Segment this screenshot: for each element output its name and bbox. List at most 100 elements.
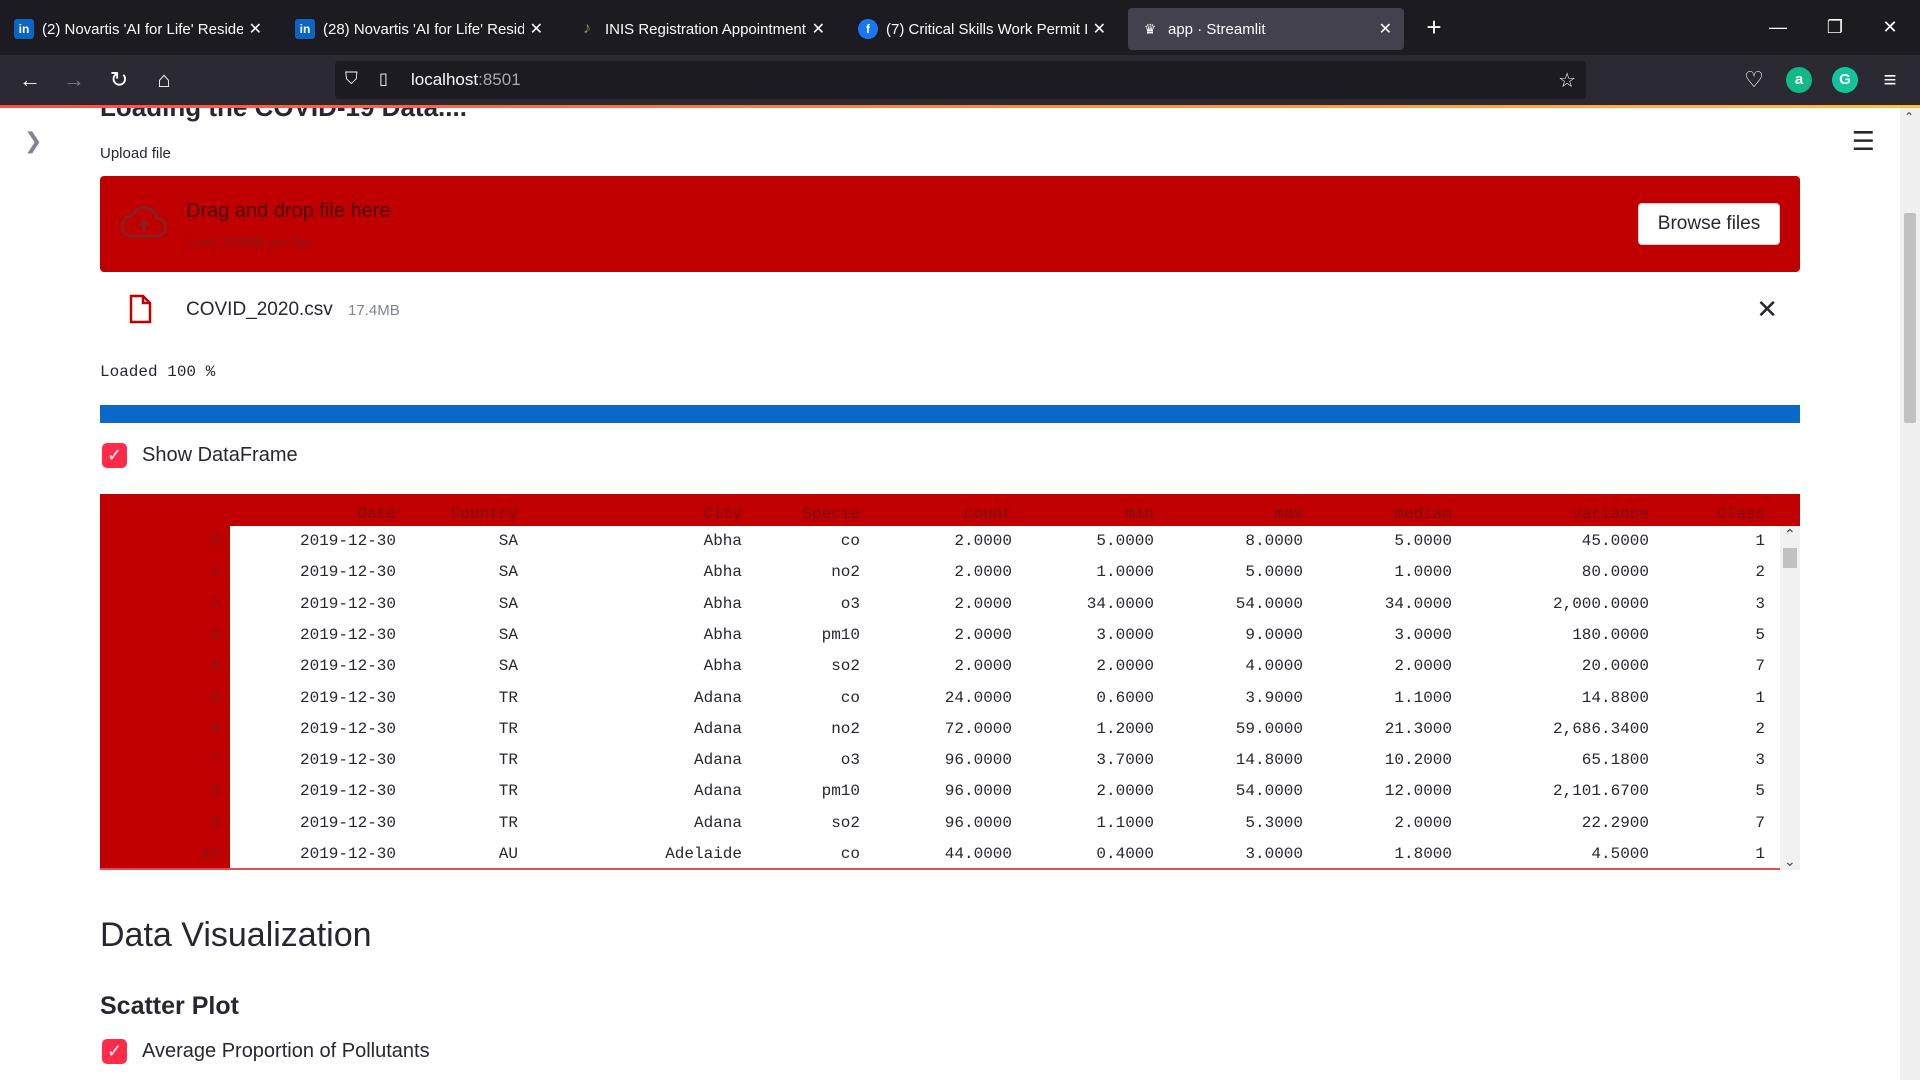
minimize-button[interactable]: — <box>1758 12 1798 42</box>
table-cell: 2,686.3400 <box>1552 719 1649 738</box>
table-cell: TR <box>498 813 518 832</box>
table-cell: 2 <box>1755 563 1765 582</box>
table-cell: Adana <box>693 688 742 707</box>
table-cell: 1.1000 <box>1394 688 1452 707</box>
browser-tab-2[interactable]: in (28) Novartis 'AI for Life' Reside ✕ <box>283 8 555 50</box>
url-bar[interactable]: ⛉ ▯ localhost:8501 ☆ <box>335 61 1586 99</box>
column-header[interactable]: Specie <box>750 494 860 526</box>
close-tab-icon[interactable]: ✕ <box>249 19 262 39</box>
column-header[interactable]: City <box>542 494 742 526</box>
show-dataframe-checkbox[interactable]: ✓ Show DataFrame <box>102 443 298 468</box>
table-cell: 2.0000 <box>954 657 1012 676</box>
file-dropzone[interactable]: Drag and drop file here Limit 200MB per … <box>100 176 1800 272</box>
file-name: COVID_2020.csv <box>186 299 333 320</box>
table-cell: 14.8800 <box>1581 688 1649 707</box>
tab-label: (28) Novartis 'AI for Life' Reside <box>323 20 524 38</box>
scroll-thumb[interactable] <box>1904 213 1916 423</box>
scroll-up-icon[interactable]: ⌃ <box>1904 110 1914 124</box>
browser-tab-1[interactable]: in (2) Novartis 'AI for Life' Residen ✕ <box>2 8 274 50</box>
column-header[interactable]: min <box>1024 494 1154 526</box>
browser-tab-3[interactable]: ♪ INIS Registration Appointment ✕ <box>565 8 837 50</box>
checkbox-label: Average Proportion of Pollutants <box>142 1040 430 1062</box>
table-cell: 1.0000 <box>1394 563 1452 582</box>
table-cell: 2019-12-30 <box>299 563 396 582</box>
page-icon: ▯ <box>379 71 388 88</box>
table-cell: 1.8000 <box>1394 845 1452 863</box>
browse-files-button[interactable]: Browse files <box>1638 203 1780 245</box>
forward-button[interactable]: → <box>57 63 91 97</box>
table-cell: TR <box>498 688 518 707</box>
table-cell: 96.0000 <box>944 751 1012 770</box>
table-cell: SA <box>498 625 518 644</box>
checkmark-icon[interactable]: ✓ <box>102 443 127 468</box>
table-cell: 4.5000 <box>1591 845 1649 863</box>
table-cell: 1.0000 <box>1096 563 1154 582</box>
page-scrollbar[interactable]: ⌃ <box>1900 108 1920 1080</box>
column-header[interactable]: Class <box>1685 494 1765 526</box>
dropzone-title: Drag and drop file here <box>186 200 391 222</box>
table-cell: 80.0000 <box>1581 563 1649 582</box>
close-tab-icon[interactable]: ✕ <box>1379 19 1392 39</box>
url-text[interactable]: localhost:8501 <box>411 70 521 90</box>
average-pollutants-checkbox[interactable]: ✓ Average Proportion of Pollutants <box>102 1039 430 1064</box>
scroll-down-icon[interactable]: ⌄ <box>1784 853 1796 870</box>
column-header[interactable]: median <box>1312 494 1452 526</box>
table-cell: o3 <box>840 594 860 613</box>
table-row: 8 2019-12-30 TR Adana pm10 96.0000 2.0000 54.00… <box>100 776 1780 807</box>
table-cell: 22.2900 <box>1581 813 1649 832</box>
app-menu-icon[interactable]: ☰ <box>1852 126 1875 157</box>
close-window-button[interactable]: ✕ <box>1870 12 1910 42</box>
pocket-icon[interactable]: ♡ <box>1737 63 1771 97</box>
bookmark-star-icon[interactable]: ☆ <box>1558 68 1576 93</box>
row-index: 6 <box>210 719 220 738</box>
scroll-up-icon[interactable]: ⌃ <box>1784 526 1796 543</box>
menu-icon[interactable]: ≡ <box>1873 63 1907 97</box>
column-header[interactable]: variance <box>1469 494 1649 526</box>
scroll-thumb[interactable] <box>1783 548 1797 568</box>
new-tab-button[interactable]: + <box>1418 12 1450 44</box>
table-cell: 3 <box>1755 751 1765 770</box>
column-header[interactable]: count <box>872 494 1012 526</box>
table-cell: TR <box>498 719 518 738</box>
progress-fill <box>100 405 1800 423</box>
extension-a-icon[interactable]: a <box>1786 67 1812 93</box>
sidebar-expand-icon[interactable]: ❯ <box>24 128 42 154</box>
grammarly-icon[interactable]: G <box>1832 67 1858 93</box>
table-cell: 2019-12-30 <box>299 813 396 832</box>
shield-icon[interactable]: ⛉ <box>345 69 358 89</box>
close-tab-icon[interactable]: ✕ <box>1093 19 1106 39</box>
table-cell: SA <box>498 594 518 613</box>
table-cell: 14.8000 <box>1235 751 1303 770</box>
url-host: localhost <box>411 70 479 89</box>
table-row: 5 2019-12-30 TR Adana co 24.0000 0.6000 3.9000 1… <box>100 683 1780 714</box>
back-button[interactable]: ← <box>13 63 47 97</box>
reload-button[interactable]: ↻ <box>102 63 136 97</box>
table-cell: 96.0000 <box>944 782 1012 801</box>
remove-file-icon[interactable]: ✕ <box>1756 294 1778 325</box>
table-cell: 54.0000 <box>1235 594 1303 613</box>
table-cell: 21.3000 <box>1384 719 1452 738</box>
column-header[interactable]: max <box>1163 494 1303 526</box>
table-cell: AU <box>498 845 518 863</box>
table-cell: 45.0000 <box>1581 532 1649 550</box>
column-header[interactable]: Date <box>256 494 396 526</box>
dataframe[interactable]: Date Country City Specie count min max median va… <box>100 494 1800 870</box>
streamlit-crown-icon: ♛ <box>1143 20 1157 37</box>
dataframe-scrollbar[interactable]: ⌃ ⌄ <box>1780 526 1800 870</box>
table-cell: 2,101.6700 <box>1552 782 1649 801</box>
loaded-status: Loaded 100 % <box>100 363 216 381</box>
table-cell: 5.0000 <box>1245 563 1303 582</box>
checkmark-icon[interactable]: ✓ <box>102 1039 127 1064</box>
home-button[interactable]: ⌂ <box>147 63 181 97</box>
browser-tab-4[interactable]: f (7) Critical Skills Work Permit Ire ✕ <box>846 8 1118 50</box>
table-cell: Adelaide <box>665 845 742 863</box>
close-tab-icon[interactable]: ✕ <box>530 19 543 39</box>
column-header[interactable]: Country <box>408 494 518 526</box>
close-tab-icon[interactable]: ✕ <box>812 19 825 39</box>
upload-label: Upload file <box>100 145 171 162</box>
browser-tab-5[interactable]: ♛ app · Streamlit ✕ <box>1128 8 1404 50</box>
table-cell: 3.7000 <box>1096 751 1154 770</box>
browser-nav-bar: ← → ↻ ⌂ ⛉ ▯ localhost:8501 ☆ ♡ a G ≡ <box>0 55 1920 105</box>
tab-label: app · Streamlit <box>1168 20 1266 38</box>
restore-button[interactable]: ❐ <box>1815 12 1855 42</box>
